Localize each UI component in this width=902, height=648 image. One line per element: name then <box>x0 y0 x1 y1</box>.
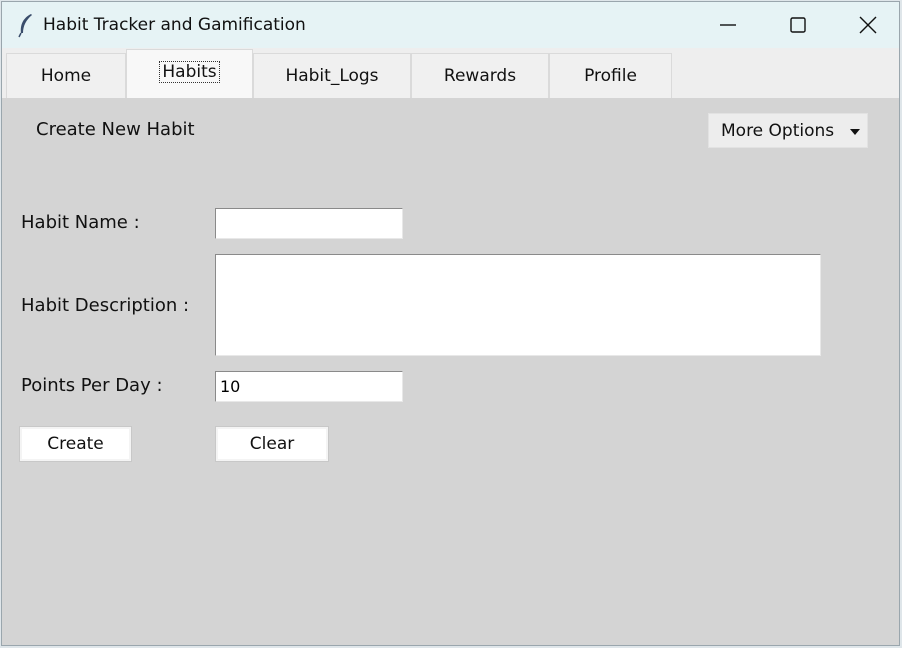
habits-panel: Create New Habit More Options Habit Name… <box>2 98 899 645</box>
tab-label: Home <box>40 66 92 86</box>
dropdown-arrow-icon <box>850 129 860 135</box>
tab-habits[interactable]: Habits <box>126 49 253 98</box>
tab-label: Rewards <box>443 66 517 86</box>
maximize-icon <box>790 17 806 33</box>
habit-name-input[interactable] <box>215 208 403 239</box>
points-per-day-label: Points Per Day : <box>21 375 163 396</box>
maximize-button[interactable] <box>768 2 828 48</box>
tab-home[interactable]: Home <box>6 53 126 98</box>
window-title: Habit Tracker and Gamification <box>43 15 306 35</box>
points-per-day-input[interactable] <box>215 371 403 402</box>
page-title: Create New Habit <box>36 119 195 140</box>
minimize-icon <box>720 24 736 26</box>
feather-icon <box>16 12 36 38</box>
minimize-button[interactable] <box>698 2 758 48</box>
habit-description-label: Habit Description : <box>21 295 190 316</box>
close-icon <box>859 16 877 34</box>
app-window: Habit Tracker and Gamification Home Habi… <box>1 1 900 646</box>
clear-button[interactable]: Clear <box>215 426 329 462</box>
tab-profile[interactable]: Profile <box>549 53 672 98</box>
title-bar[interactable]: Habit Tracker and Gamification <box>2 2 899 48</box>
tab-habit-logs[interactable]: Habit_Logs <box>253 53 411 98</box>
more-options-menu[interactable]: More Options <box>708 113 868 148</box>
habit-description-textarea[interactable] <box>215 254 821 356</box>
habit-name-label: Habit Name : <box>21 212 140 233</box>
tab-bar: Home Habits Habit_Logs Rewards Profile <box>2 48 899 99</box>
more-options-label: More Options <box>721 121 835 141</box>
tab-rewards[interactable]: Rewards <box>411 53 549 98</box>
tab-label: Habits <box>159 61 220 83</box>
tab-label: Habit_Logs <box>285 66 379 86</box>
close-button[interactable] <box>838 2 898 48</box>
create-button[interactable]: Create <box>19 426 132 462</box>
tab-label: Profile <box>584 66 637 86</box>
